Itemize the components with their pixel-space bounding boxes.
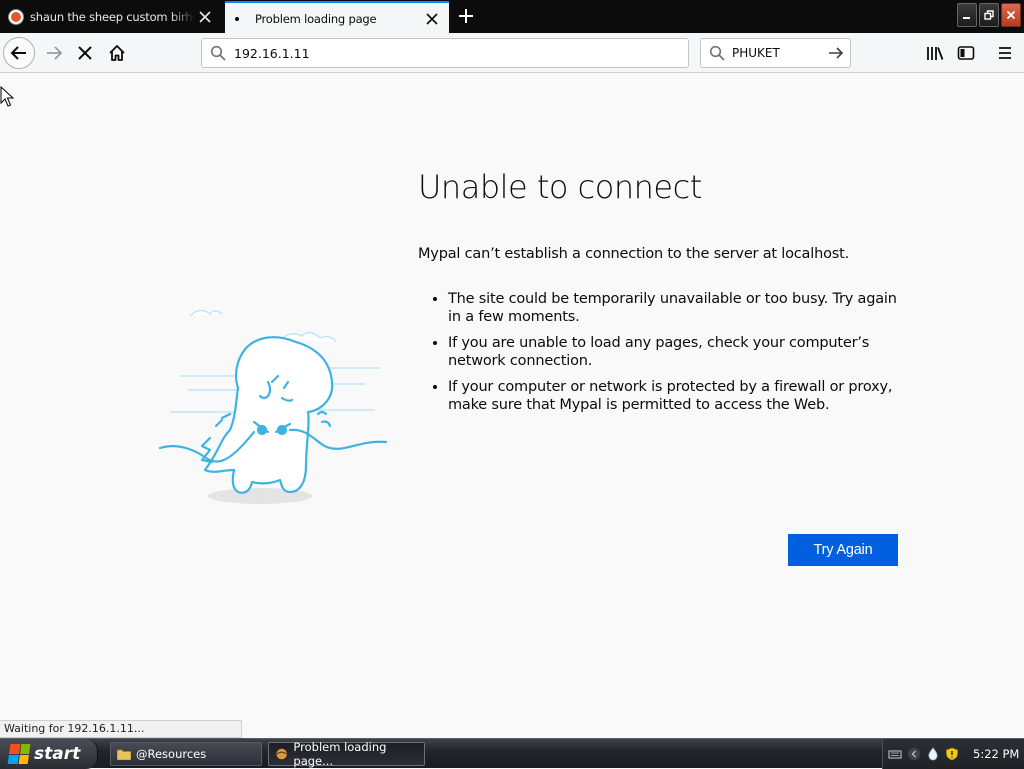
chevron-left-icon[interactable] (907, 747, 921, 761)
home-button[interactable] (101, 37, 133, 69)
windows-logo-icon (7, 744, 31, 764)
tab-problem-loading[interactable]: Problem loading page (225, 1, 449, 34)
new-tab-button[interactable] (452, 2, 480, 30)
url-bar[interactable]: 192.16.1.11 (201, 38, 689, 68)
library-icon (927, 47, 944, 60)
taskbar-item-resources[interactable]: @Resources (110, 742, 262, 766)
taskbar-item-label: Problem loading page... (293, 740, 387, 768)
disconnected-dinosaur-illustration (158, 309, 388, 504)
window-controls (957, 3, 1021, 27)
duckduckgo-favicon-icon (9, 10, 23, 24)
library-button[interactable] (919, 37, 951, 69)
arrow-left-icon (10, 46, 26, 60)
sidebar-toggle-button[interactable] (950, 37, 982, 69)
error-description: Mypal can’t establish a connection to th… (418, 246, 849, 262)
tab-title: shaun the sheep custom birhday e (30, 10, 195, 24)
restore-icon (984, 10, 994, 20)
minimize-icon (963, 17, 970, 19)
tab-close-icon[interactable] (195, 7, 215, 27)
list-item: If you are unable to load any pages, che… (448, 334, 908, 370)
search-icon (210, 45, 226, 61)
stop-x-icon (78, 46, 92, 60)
tab-bar: shaun the sheep custom birhday e Problem… (0, 0, 1024, 34)
restore-button[interactable] (979, 3, 999, 27)
forward-button[interactable] (38, 37, 70, 69)
clock: 5:22 PM (973, 747, 1020, 761)
list-item: If your computer or network is protected… (448, 378, 908, 414)
list-item: The site could be temporarily unavailabl… (448, 290, 908, 326)
browser-icon (276, 748, 287, 760)
status-panel: Waiting for 192.16.1.11... (0, 720, 242, 738)
menu-button[interactable] (989, 37, 1021, 69)
system-tray: 5:22 PM (882, 739, 1024, 769)
url-text[interactable]: 192.16.1.11 (234, 46, 310, 61)
sidebar-icon (957, 46, 975, 60)
arrow-right-icon (47, 46, 63, 60)
tab-title: Problem loading page (255, 11, 377, 26)
water-drop-icon[interactable] (926, 747, 940, 761)
search-bar[interactable]: PHUKET (700, 38, 851, 68)
search-go-arrow-icon[interactable] (828, 45, 844, 61)
try-again-button[interactable]: Try Again (788, 534, 898, 566)
loading-indicator-icon (235, 16, 239, 21)
mouse-cursor-icon (0, 86, 15, 107)
search-icon (709, 45, 725, 61)
close-icon (1006, 10, 1016, 20)
error-suggestions-list: The site could be temporarily unavailabl… (418, 290, 908, 414)
stop-button[interactable] (69, 37, 101, 69)
folder-icon (117, 749, 131, 760)
taskbar: start @Resources Problem loading page...… (0, 738, 1024, 769)
minimize-button[interactable] (957, 3, 977, 27)
taskbar-item-label: @Resources (136, 747, 207, 761)
error-container: Unable to connect Mypal can’t establish … (418, 168, 908, 422)
tab-close-icon[interactable] (422, 9, 442, 29)
home-icon (109, 45, 125, 61)
tab-shaun-the-sheep[interactable]: shaun the sheep custom birhday e (0, 1, 222, 33)
close-window-button[interactable] (1001, 3, 1021, 27)
back-button[interactable] (3, 37, 35, 69)
plus-icon (459, 9, 473, 23)
error-title: Unable to connect (418, 168, 702, 206)
keyboard-icon[interactable] (888, 747, 902, 761)
start-label: start (34, 744, 81, 764)
navigation-toolbar: 192.16.1.11 PHUKET (0, 33, 1024, 73)
security-shield-icon[interactable] (945, 747, 959, 761)
taskbar-item-browser[interactable]: Problem loading page... (268, 740, 425, 768)
start-button[interactable]: start (0, 739, 98, 769)
search-text[interactable]: PHUKET (732, 46, 828, 60)
hamburger-menu-icon (999, 47, 1011, 59)
